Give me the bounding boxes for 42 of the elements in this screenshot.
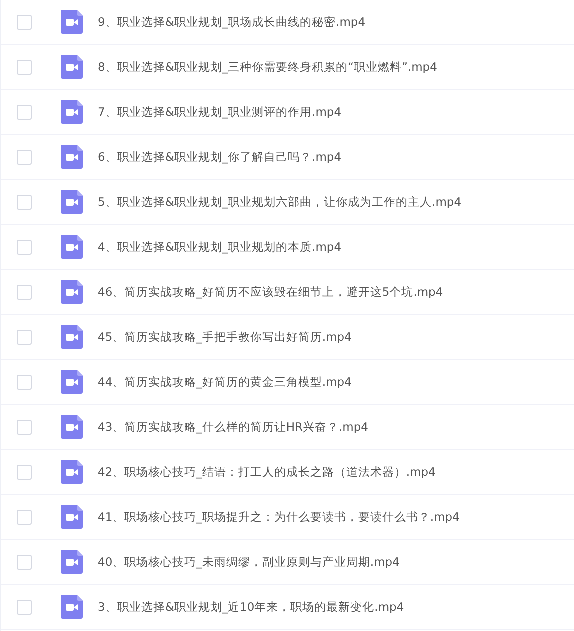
checkbox[interactable] [17,194,32,210]
video-file-icon [61,550,83,574]
checkbox[interactable] [17,240,32,254]
checkbox[interactable] [17,464,32,480]
file-name[interactable]: 42、职场核心技巧_结语：打工人的成长之路（道法术器）.mp4 [98,464,436,480]
file-name[interactable]: 44、简历实战攻略_好简历的黄金三角模型.mp4 [98,374,352,390]
checkbox[interactable] [17,374,32,390]
checkbox[interactable] [17,420,32,434]
video-file-icon [61,235,83,259]
file-name[interactable]: 9、职业选择&职业规划_职场成长曲线的秘密.mp4 [98,14,366,30]
checkbox[interactable] [17,510,32,524]
checkbox[interactable] [17,60,32,74]
file-name[interactable]: 5、职业选择&职业规划_职业规划六部曲，让你成为工作的主人.mp4 [98,194,462,210]
video-file-icon [61,280,83,304]
checkbox[interactable] [17,14,32,30]
video-file-icon [61,595,83,619]
checkbox[interactable] [17,554,32,570]
video-file-icon [61,325,83,349]
video-file-icon [61,100,83,124]
video-file-icon [61,505,83,529]
checkbox[interactable] [17,330,32,344]
file-name[interactable]: 41、职场核心技巧_职场提升之：为什么要读书，要读什么书？.mp4 [98,510,460,524]
file-name[interactable]: 45、简历实战攻略_手把手教你写出好简历.mp4 [98,330,352,344]
file-name[interactable]: 4、职业选择&职业规划_职业规划的本质.mp4 [98,240,342,254]
file-name[interactable]: 40、职场核心技巧_未雨绸缪，副业原则与产业周期.mp4 [98,554,400,570]
video-file-icon [61,370,83,394]
file-name[interactable]: 3、职业选择&职业规划_近10年来，职场的最新变化.mp4 [98,600,404,614]
file-name[interactable]: 46、简历实战攻略_好简历不应该毁在细节上，避开这5个坑.mp4 [98,284,444,300]
file-name[interactable]: 43、简历实战攻略_什么样的简历让HR兴奋？.mp4 [98,420,368,434]
video-file-icon [61,145,83,169]
checkbox[interactable] [17,284,32,300]
file-name[interactable]: 8、职业选择&职业规划_三种你需要终身积累的“职业燃料”.mp4 [98,60,438,74]
file-name[interactable]: 7、职业选择&职业规划_职业测评的作用.mp4 [98,104,342,120]
video-file-icon [61,415,83,439]
video-file-icon [61,55,83,79]
checkbox[interactable] [17,104,32,120]
video-file-icon [61,190,83,214]
video-file-icon [61,460,83,484]
checkbox[interactable] [17,600,32,614]
video-file-icon [61,10,83,34]
checkbox[interactable] [17,150,32,164]
file-name[interactable]: 6、职业选择&职业规划_你了解自己吗？.mp4 [98,150,342,164]
